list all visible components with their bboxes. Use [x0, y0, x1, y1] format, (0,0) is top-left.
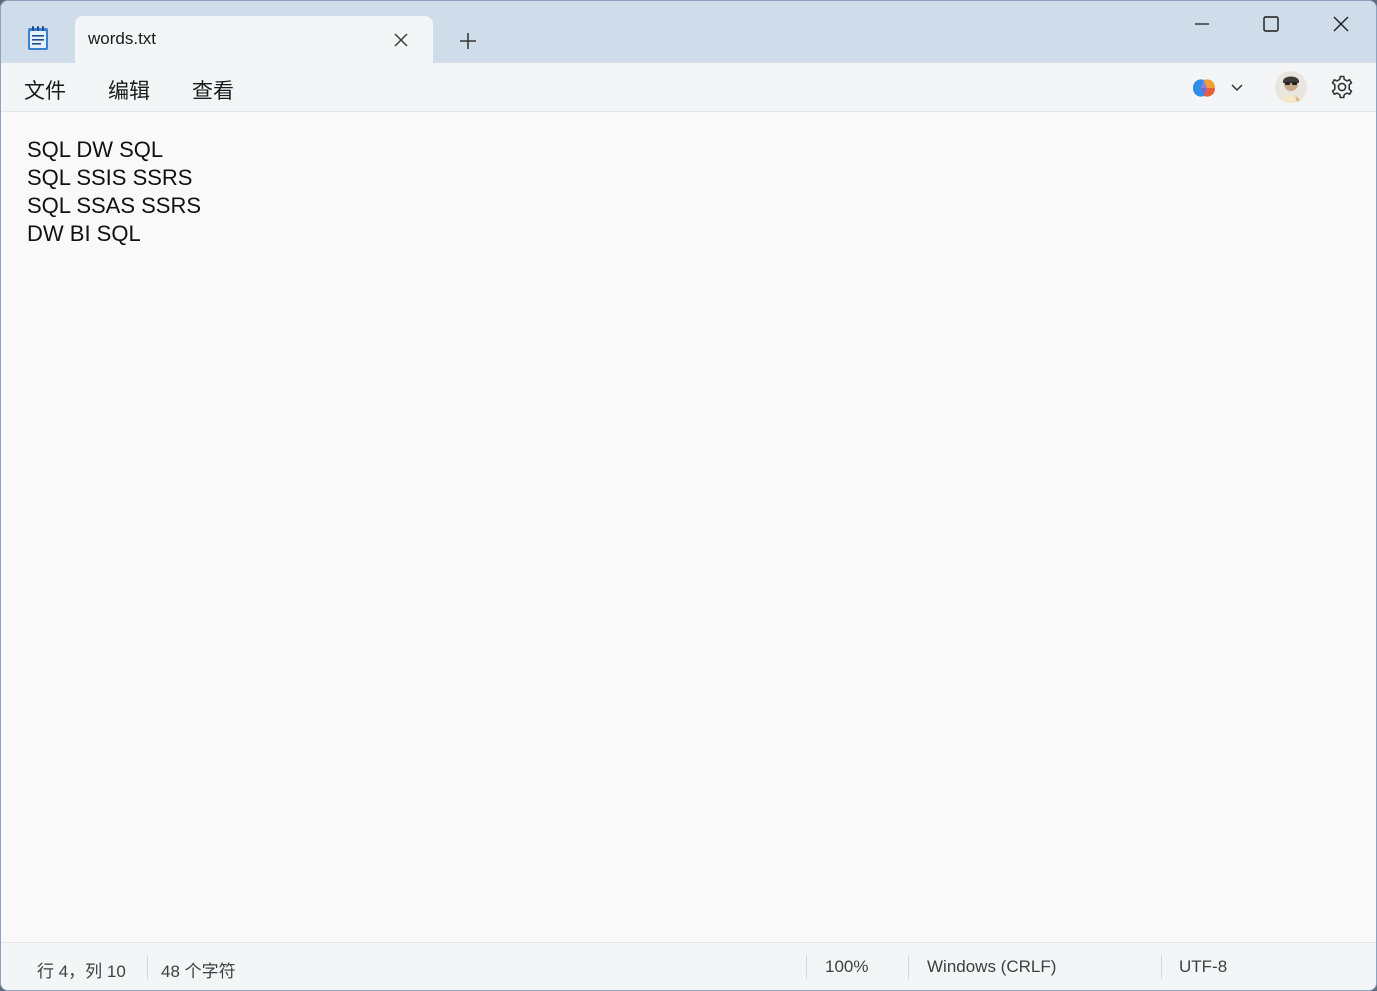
text-editor[interactable]: SQL DW SQL SQL SSIS SSRS SQL SSAS SSRS D… — [1, 112, 1376, 941]
status-divider — [1161, 955, 1162, 979]
tab-title: words.txt — [88, 29, 157, 48]
new-tab-button[interactable] — [453, 27, 483, 55]
minimize-button[interactable] — [1167, 1, 1237, 47]
status-divider — [806, 955, 807, 979]
encoding[interactable]: UTF-8 — [1179, 957, 1227, 977]
close-icon — [1333, 16, 1349, 32]
avatar[interactable] — [1275, 71, 1307, 103]
minimize-icon — [1195, 23, 1209, 25]
status-divider — [908, 955, 909, 979]
zoom-level[interactable]: 100% — [825, 957, 868, 977]
editor-line: SQL SSAS SSRS — [27, 193, 202, 218]
menu-edit[interactable]: 编辑 — [108, 75, 150, 105]
notepad-icon — [27, 25, 49, 51]
line-ending[interactable]: Windows (CRLF) — [927, 957, 1056, 977]
editor-line: DW BI SQL — [27, 221, 141, 246]
status-bar: 行 4，列 10 48 个字符 100% Windows (CRLF) UTF-… — [1, 942, 1376, 990]
menu-file[interactable]: 文件 — [24, 75, 66, 105]
tab-close-icon[interactable] — [388, 27, 414, 53]
chevron-down-icon[interactable] — [1228, 78, 1246, 96]
close-button[interactable] — [1306, 1, 1376, 47]
tab-words-txt[interactable]: words.txt — [75, 16, 433, 63]
status-divider — [147, 955, 148, 979]
editor-line: SQL SSIS SSRS — [27, 165, 193, 190]
notepad-window: words.txt 文件 编辑 查看 SQL DW SQL SQL SSIS S… — [0, 0, 1377, 991]
gear-icon[interactable] — [1329, 74, 1355, 100]
menu-bar: 文件 编辑 查看 — [1, 63, 1376, 112]
character-count: 48 个字符 — [161, 962, 236, 981]
title-bar: words.txt — [1, 1, 1376, 63]
maximize-icon — [1263, 16, 1279, 32]
cursor-position: 行 4，列 10 — [37, 962, 126, 981]
copilot-icon[interactable] — [1189, 75, 1219, 101]
menu-view[interactable]: 查看 — [192, 75, 234, 105]
editor-line: SQL DW SQL — [27, 137, 164, 162]
maximize-button[interactable] — [1236, 1, 1306, 47]
